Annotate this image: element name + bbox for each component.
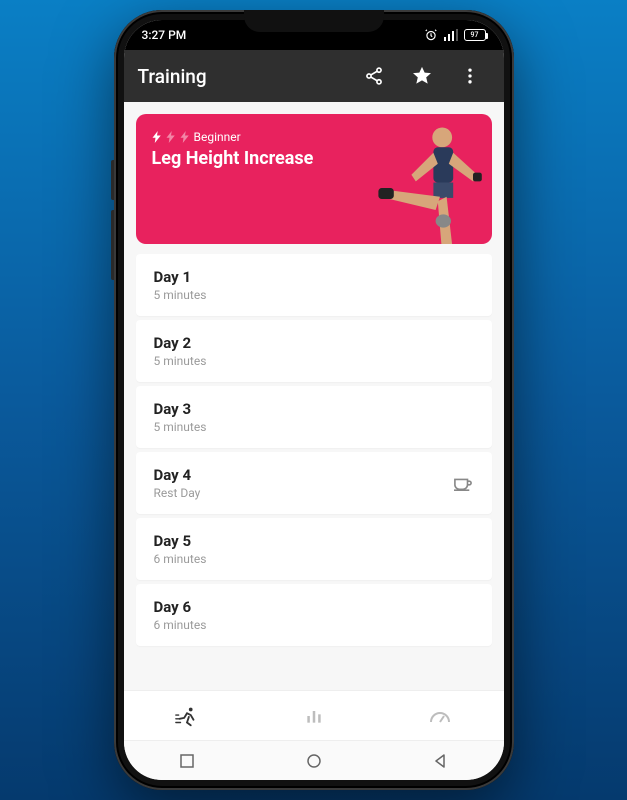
day-subtitle: 6 minutes xyxy=(154,618,474,632)
tab-training[interactable] xyxy=(124,691,251,740)
day-title: Day 1 xyxy=(154,268,474,286)
battery-level: 97 xyxy=(471,31,479,39)
phone-notch xyxy=(244,10,384,32)
signal-icon xyxy=(444,29,458,41)
day-title: Day 2 xyxy=(154,334,474,352)
gauge-icon xyxy=(428,706,452,726)
day-item[interactable]: Day 6 6 minutes xyxy=(136,584,492,646)
day-item[interactable]: Day 1 5 minutes xyxy=(136,254,492,316)
day-subtitle: 6 minutes xyxy=(154,552,474,566)
battery-indicator: 97 xyxy=(464,29,486,41)
home-button[interactable] xyxy=(250,741,377,780)
bolt-icon xyxy=(180,131,190,143)
day-subtitle: 5 minutes xyxy=(154,420,474,434)
day-title: Day 4 xyxy=(154,466,452,484)
triangle-left-icon xyxy=(432,753,448,769)
tab-speed[interactable] xyxy=(377,691,504,740)
tab-stats[interactable] xyxy=(250,691,377,740)
day-title: Day 5 xyxy=(154,532,474,550)
bolt-icon xyxy=(152,131,162,143)
bolt-icon xyxy=(166,131,176,143)
share-icon xyxy=(364,66,384,86)
day-item[interactable]: Day 2 5 minutes xyxy=(136,320,492,382)
recent-apps-button[interactable] xyxy=(124,741,251,780)
day-title: Day 6 xyxy=(154,598,474,616)
day-item[interactable]: Day 4 Rest Day xyxy=(136,452,492,514)
overflow-menu-button[interactable] xyxy=(450,56,490,96)
day-subtitle: 5 minutes xyxy=(154,288,474,302)
day-subtitle: Rest Day xyxy=(154,486,452,500)
screen: 3:27 PM 97 Training xyxy=(124,20,504,780)
share-button[interactable] xyxy=(354,56,394,96)
circle-icon xyxy=(306,753,322,769)
status-time: 3:27 PM xyxy=(142,28,187,42)
day-title: Day 3 xyxy=(154,400,474,418)
more-vert-icon xyxy=(460,66,480,86)
run-icon xyxy=(174,705,200,727)
phone-frame: 3:27 PM 97 Training xyxy=(114,10,514,790)
star-icon xyxy=(411,65,433,87)
workout-hero-card[interactable]: Beginner Leg Height Increase xyxy=(136,114,492,244)
alarm-icon xyxy=(424,28,438,42)
day-subtitle: 5 minutes xyxy=(154,354,474,368)
system-nav-bar xyxy=(124,740,504,780)
bar-chart-icon xyxy=(304,706,324,726)
day-list: Day 1 5 minutes Day 2 5 minutes Day 3 5 minut… xyxy=(136,254,492,646)
day-item[interactable]: Day 3 5 minutes xyxy=(136,386,492,448)
day-item[interactable]: Day 5 6 minutes xyxy=(136,518,492,580)
content-scroll[interactable]: Beginner Leg Height Increase D xyxy=(124,102,504,690)
exercise-figure xyxy=(374,122,484,244)
coffee-cup-icon xyxy=(452,474,474,492)
difficulty-label: Beginner xyxy=(194,130,241,144)
back-button[interactable] xyxy=(377,741,504,780)
page-title: Training xyxy=(138,65,346,88)
square-icon xyxy=(179,753,195,769)
app-bar: Training xyxy=(124,50,504,102)
status-icons: 97 xyxy=(424,28,486,42)
favorite-button[interactable] xyxy=(402,56,442,96)
bottom-nav xyxy=(124,690,504,740)
